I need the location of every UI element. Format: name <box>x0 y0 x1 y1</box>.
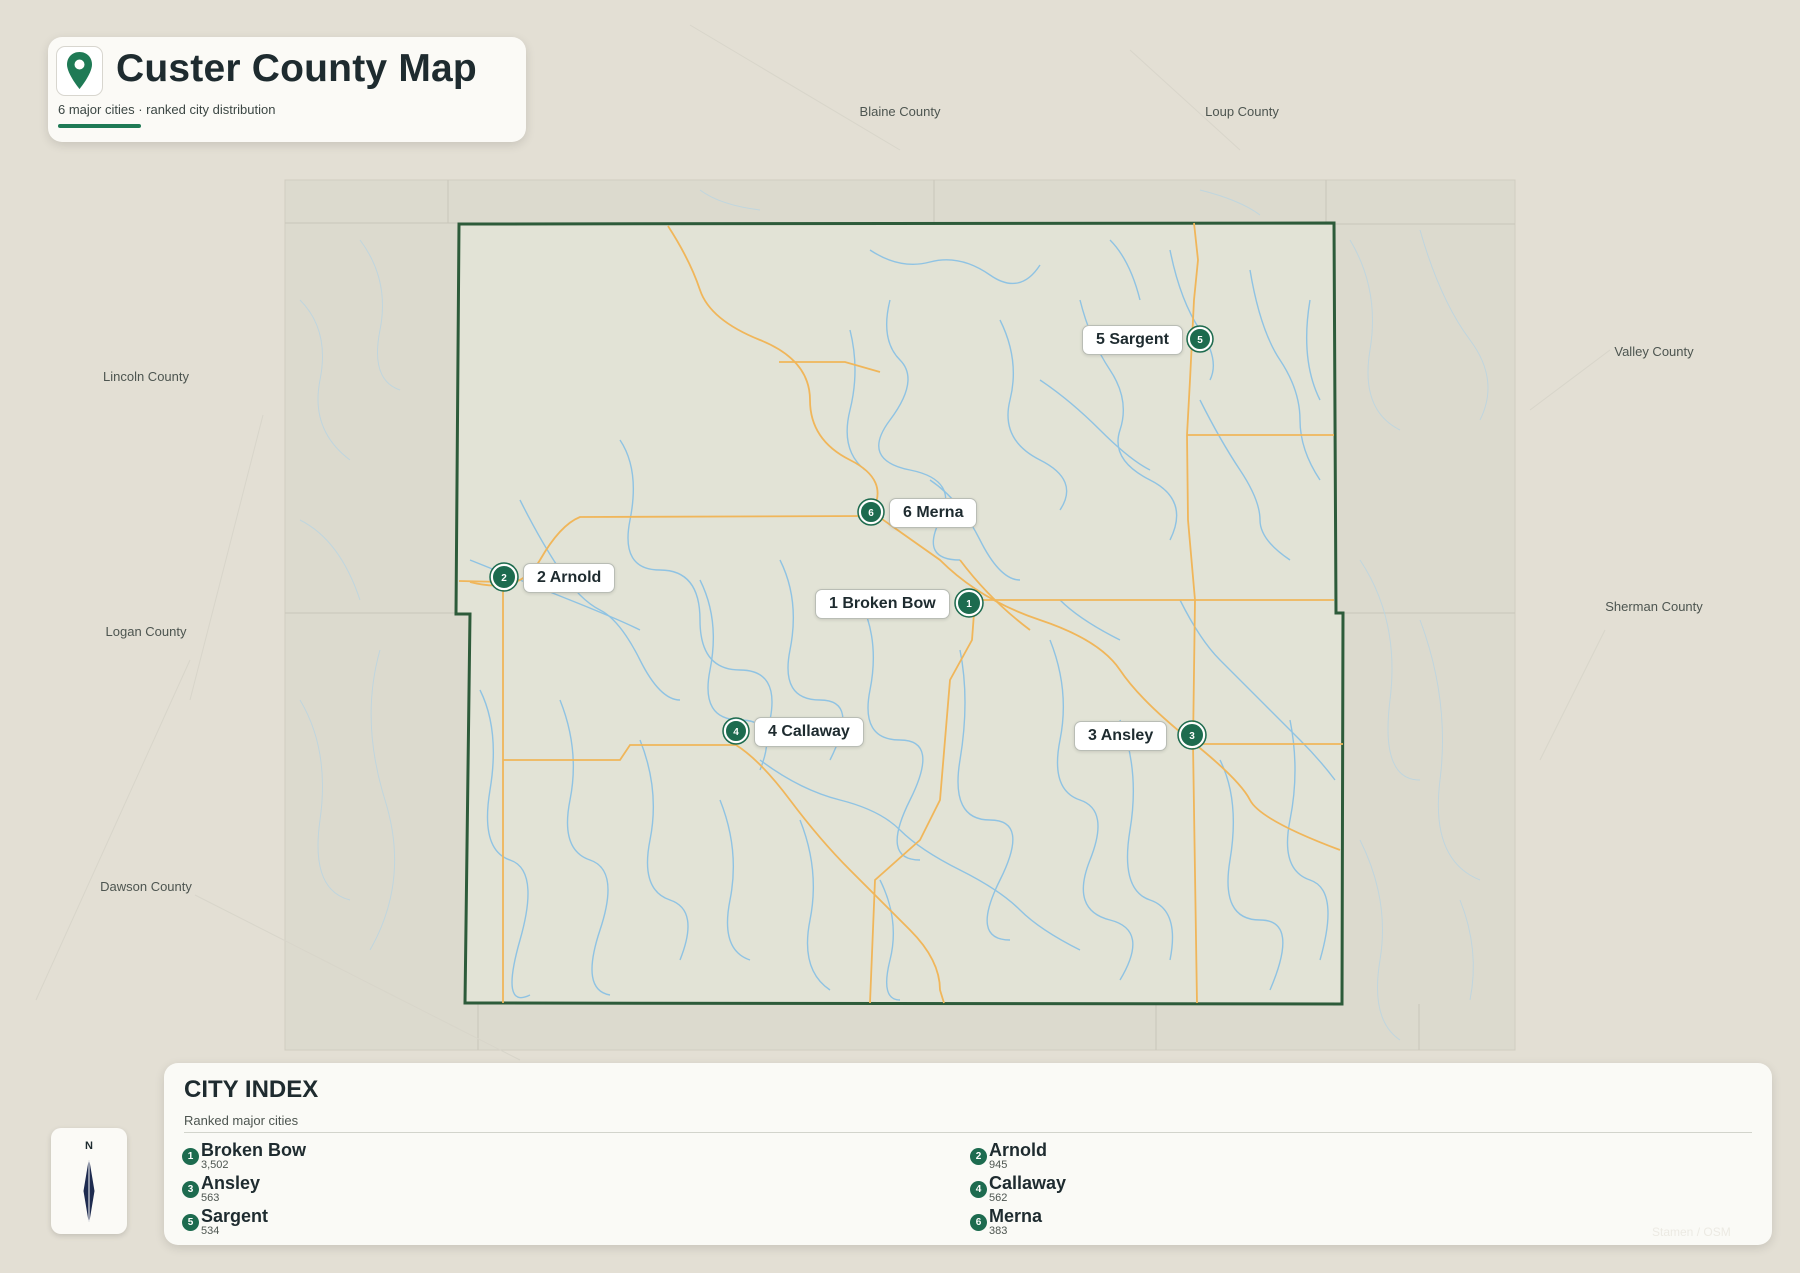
rank-badge: 6 <box>970 1214 987 1231</box>
city-index-population: 563 <box>201 1192 220 1204</box>
city-marker-ansley[interactable]: 3 <box>1177 720 1207 750</box>
city-marker-callaway[interactable]: 4 <box>722 717 750 745</box>
rank-badge: 4 <box>970 1181 987 1198</box>
city-index-panel: CITY INDEX Ranked major cities 1 Broken … <box>164 1063 1772 1245</box>
city-marker-sargent[interactable]: 5 <box>1186 325 1214 353</box>
rank-badge: 1 <box>182 1148 199 1165</box>
city-index-name: Arnold <box>989 1140 1047 1160</box>
city-index-name: Ansley <box>201 1173 261 1193</box>
neighbor-label-logan: Logan County <box>105 624 187 639</box>
svg-text:5: 5 <box>1197 335 1203 346</box>
neighbor-label-dawson: Dawson County <box>100 879 192 894</box>
city-label-ansley[interactable]: 3 Ansley <box>1074 721 1168 751</box>
city-label-merna[interactable]: 6 Merna <box>889 498 978 528</box>
title-underline <box>58 124 141 128</box>
north-arrow: N <box>51 1128 127 1234</box>
svg-text:1: 1 <box>966 599 972 610</box>
pin-icon-frame <box>56 46 103 96</box>
page-subtitle: 6 major cities · ranked city distributio… <box>58 102 276 117</box>
city-index-name: Merna <box>989 1206 1043 1226</box>
neighbor-label-valley: Valley County <box>1614 344 1694 359</box>
neighbor-label-blaine: Blaine County <box>859 104 941 119</box>
neighbor-label-sherman: Sherman County <box>1605 599 1703 614</box>
city-index-population: 562 <box>989 1192 1008 1204</box>
title-card: Custer County Map 6 major cities · ranke… <box>48 37 526 142</box>
city-index-population: 945 <box>989 1159 1008 1171</box>
rank-badge: 2 <box>970 1148 987 1165</box>
city-index-population: 3,502 <box>201 1159 229 1171</box>
neighbor-label-lincoln: Lincoln County <box>103 369 189 384</box>
city-marker-merna[interactable]: 6 <box>857 498 885 526</box>
svg-text:3: 3 <box>1189 731 1195 742</box>
compass-needle-icon <box>83 1160 95 1222</box>
city-index-population: 383 <box>989 1225 1008 1237</box>
city-marker-broken-bow[interactable]: 1 <box>954 588 984 618</box>
city-index-name: Callaway <box>989 1173 1067 1193</box>
city-index-name: Broken Bow <box>201 1140 307 1160</box>
city-label-sargent[interactable]: 5 Sargent <box>1082 325 1183 355</box>
city-index-title: CITY INDEX <box>184 1076 319 1103</box>
city-label-callaway[interactable]: 4 Callaway <box>754 717 864 747</box>
page-title: Custer County Map <box>116 47 477 90</box>
city-label-arnold[interactable]: 2 Arnold <box>523 563 616 593</box>
svg-text:4: 4 <box>733 727 739 738</box>
svg-text:6: 6 <box>868 508 874 519</box>
attribution-watermark: Stamen / OSM <box>1652 1225 1731 1239</box>
rank-badge: 3 <box>182 1181 199 1198</box>
city-index-name: Sargent <box>201 1206 269 1226</box>
city-label-broken-bow[interactable]: 1 Broken Bow <box>815 589 950 619</box>
city-index-subtitle: Ranked major cities <box>184 1113 299 1128</box>
city-index-population: 534 <box>201 1225 220 1237</box>
rank-badge: 5 <box>182 1214 199 1231</box>
neighbor-label-loup: Loup County <box>1205 104 1279 119</box>
svg-text:2: 2 <box>501 573 507 584</box>
map-pin-icon <box>67 52 92 89</box>
city-index-divider <box>184 1132 1752 1133</box>
city-marker-arnold[interactable]: 2 <box>489 562 519 592</box>
